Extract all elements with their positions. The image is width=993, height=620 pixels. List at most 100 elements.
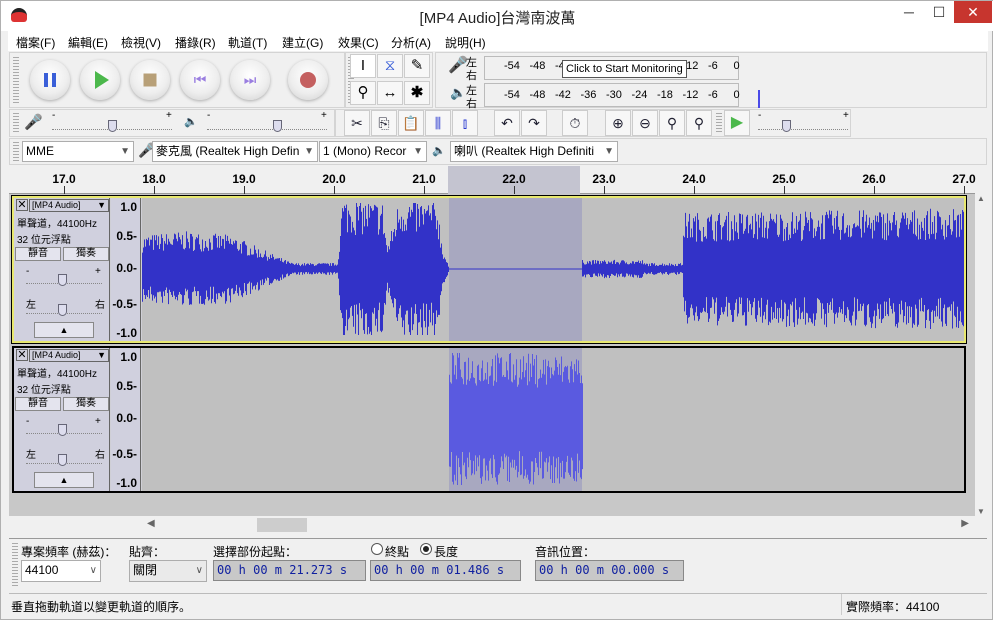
scale-label: 0.5- (116, 379, 137, 393)
slider-thumb[interactable] (782, 120, 791, 132)
end-radio[interactable] (371, 543, 383, 555)
waveform-area[interactable] (142, 348, 964, 491)
minimize-button[interactable]: ─ (894, 1, 924, 23)
waveform (142, 198, 964, 341)
menu-item[interactable]: 軌道(T) (228, 34, 267, 51)
menu-item[interactable]: 分析(A) (391, 34, 431, 51)
menu-item[interactable]: 檔案(F) (16, 34, 55, 51)
copy-icon[interactable]: ⎘ (371, 110, 397, 136)
play-at-speed-icon[interactable]: ▶ (724, 110, 750, 136)
close-track-icon[interactable]: ✕ (16, 199, 28, 211)
paste-icon[interactable]: 📋 (398, 110, 424, 136)
mixer-toolbar: 🎤 - + 🔈 - + (9, 109, 335, 137)
time-shift-tool-icon[interactable]: ↔ (377, 81, 403, 105)
audio-position-field[interactable]: 00 h 00 m 00.000 s (535, 560, 684, 581)
ruler-tick-mark (694, 186, 695, 194)
play-button[interactable] (80, 60, 120, 100)
audio-host-select[interactable]: MME ▼ (22, 141, 134, 162)
ruler-tick-mark (64, 186, 65, 194)
input-channels-select[interactable]: 1 (Mono) Recor ▼ (319, 141, 427, 162)
selection-tool-icon[interactable]: I (350, 54, 376, 78)
track-name-menu[interactable]: [MP4 Audio] ▼ (29, 349, 109, 362)
gain-slider[interactable] (26, 420, 102, 436)
slider-thumb[interactable] (58, 274, 67, 286)
selection-start-field[interactable]: 00 h 00 m 21.273 s (213, 560, 366, 581)
skip-to-end-button[interactable]: ⏭ (230, 60, 270, 100)
chevron-down-icon: ▼ (97, 200, 106, 210)
scroll-left-icon[interactable]: ◀ (147, 518, 155, 529)
silence-icon[interactable]: ⫾ (452, 110, 478, 136)
trim-icon[interactable]: ⫼ (425, 110, 451, 136)
fit-project-icon[interactable]: ⚲ (686, 110, 712, 136)
record-button[interactable] (288, 60, 328, 100)
gain-slider[interactable] (26, 270, 102, 286)
meter-tick: -36 (580, 89, 597, 101)
collapse-track-button[interactable]: ▲ (34, 472, 94, 488)
solo-button[interactable]: 獨奏 (63, 247, 109, 261)
skip-to-start-button[interactable]: ⏮ (180, 60, 220, 100)
scroll-down-icon[interactable]: ▼ (975, 507, 987, 516)
scroll-thumb[interactable] (257, 518, 307, 532)
project-rate-select[interactable]: 44100 ∨ (21, 560, 101, 582)
zoom-in-icon[interactable]: ⊕ (605, 110, 631, 136)
playback-volume-slider[interactable] (207, 116, 327, 132)
close-button[interactable]: ✕ (954, 1, 992, 23)
slider-thumb[interactable] (58, 454, 67, 466)
microphone-icon[interactable]: 🎤 (448, 55, 468, 75)
selection-length-field[interactable]: 00 h 00 m 01.486 s (370, 560, 521, 581)
pan-slider[interactable] (26, 300, 102, 316)
redo-icon[interactable]: ↷ (521, 110, 547, 136)
envelope-tool-icon[interactable]: ⧖ (377, 54, 403, 78)
slider-thumb[interactable] (58, 304, 67, 316)
meter-tick: 0 (733, 60, 740, 72)
recording-volume-slider[interactable] (52, 116, 172, 132)
horizontal-scrollbar[interactable]: ◀ ▶ (141, 516, 975, 534)
menu-item[interactable]: 說明(H) (445, 34, 486, 51)
menu-item[interactable]: 播錄(R) (175, 34, 216, 51)
zoom-tool-icon[interactable]: ⚲ (350, 81, 376, 105)
chevron-down-icon: ▼ (97, 350, 106, 360)
input-device-select[interactable]: 麥克風 (Realtek High Defin ▼ (152, 141, 318, 162)
sync-lock-icon[interactable]: ⏱ (562, 110, 588, 136)
track-name-menu[interactable]: [MP4 Audio] ▼ (29, 199, 109, 212)
menu-item[interactable]: 效果(C) (338, 34, 379, 51)
solo-button[interactable]: 獨奏 (63, 397, 109, 411)
timeline-ruler[interactable]: 17.0 18.0 19.0 20.0 21.0 22.0 23.0 24.0 25.0 26.0… (9, 166, 976, 194)
audio-track[interactable]: ✕ [MP4 Audio] ▼ 單聲道，44100Hz 32 位元浮點 靜音 獨奏… (12, 346, 966, 493)
mute-button[interactable]: 靜音 (15, 397, 61, 411)
scroll-right-icon[interactable]: ▶ (961, 518, 969, 529)
vertical-scrollbar[interactable]: ▲ ▼ (975, 194, 987, 516)
draw-tool-icon[interactable]: ✎ (404, 54, 430, 78)
meter-tick: -48 (529, 60, 546, 72)
snap-select[interactable]: 關閉 ∨ (129, 560, 207, 582)
waveform-area[interactable] (142, 198, 964, 341)
ruler-tick-mark (244, 186, 245, 194)
slider-thumb[interactable] (273, 120, 282, 132)
stop-button[interactable] (130, 60, 170, 100)
collapse-track-button[interactable]: ▲ (34, 322, 94, 338)
output-device-select[interactable]: 喇叭 (Realtek High Definiti ▼ (450, 141, 618, 162)
cut-icon[interactable]: ✂ (344, 110, 370, 136)
scroll-up-icon[interactable]: ▲ (975, 194, 987, 203)
pan-slider[interactable] (26, 450, 102, 466)
toolbar-grip[interactable] (13, 57, 19, 103)
audio-track[interactable]: ✕ [MP4 Audio] ▼ 單聲道，44100Hz 32 位元浮點 靜音 獨奏… (11, 195, 967, 344)
pause-button[interactable] (30, 60, 70, 100)
play-speed-slider[interactable] (758, 116, 848, 132)
monitoring-tooltip[interactable]: Click to Start Monitoring (562, 60, 687, 78)
menu-item[interactable]: 編輯(E) (68, 34, 108, 51)
menu-item[interactable]: 建立(G) (282, 34, 323, 51)
undo-icon[interactable]: ↶ (494, 110, 520, 136)
maximize-button[interactable]: ☐ (924, 1, 954, 23)
zoom-out-icon[interactable]: ⊖ (632, 110, 658, 136)
slider-thumb[interactable] (58, 424, 67, 436)
slider-thumb[interactable] (108, 120, 117, 132)
window-title: [MP4 Audio]台灣南波萬 (419, 10, 576, 27)
close-track-icon[interactable]: ✕ (16, 349, 28, 361)
menu-item[interactable]: 檢視(V) (121, 34, 161, 51)
fit-selection-icon[interactable]: ⚲ (659, 110, 685, 136)
length-radio[interactable] (420, 543, 432, 555)
multi-tool-icon[interactable]: ✱ (404, 81, 430, 105)
mute-button[interactable]: 靜音 (15, 247, 61, 261)
meter-tick: -6 (708, 60, 718, 72)
